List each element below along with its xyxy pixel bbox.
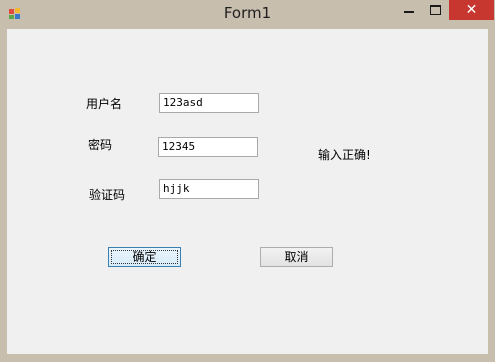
- form-client-area: 用户名 123asd 密码 12345 输入正确! 验证码 hjjk 确定 取消: [7, 29, 488, 354]
- form1-window: Form1 ✕ 用户名 123asd 密码 12345 输入正确! 验证码 hj…: [0, 0, 495, 362]
- password-field[interactable]: 12345: [158, 137, 258, 157]
- title-bar[interactable]: Form1 ✕: [0, 0, 495, 28]
- username-field[interactable]: 123asd: [159, 93, 259, 113]
- cancel-button[interactable]: 取消: [260, 247, 333, 267]
- close-button[interactable]: ✕: [449, 0, 494, 20]
- ok-button[interactable]: 确定: [108, 247, 181, 267]
- captcha-field[interactable]: hjjk: [159, 179, 259, 199]
- password-label: 密码: [88, 138, 113, 152]
- maximize-button[interactable]: [423, 1, 449, 21]
- username-label: 用户名: [86, 97, 123, 111]
- captcha-label: 验证码: [89, 188, 126, 202]
- status-label: 输入正确!: [318, 148, 371, 162]
- minimize-button[interactable]: [397, 1, 423, 21]
